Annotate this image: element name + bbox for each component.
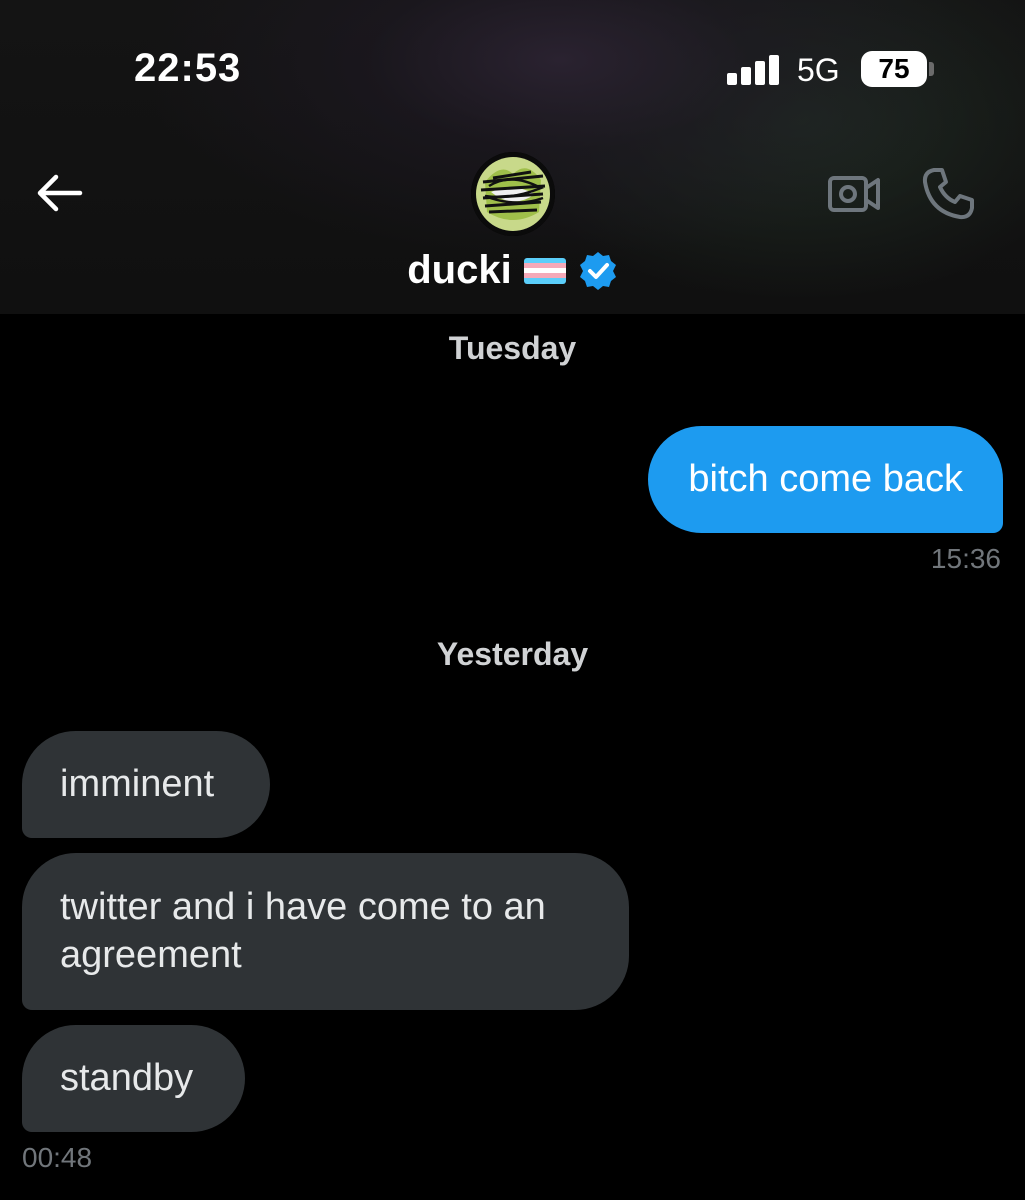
message-text: bitch come back xyxy=(688,458,963,500)
date-divider-yesterday: Yesterday xyxy=(436,636,589,672)
battery-icon: 75 xyxy=(861,51,927,87)
message-text: standby xyxy=(60,1057,194,1099)
transgender-flag-icon xyxy=(523,257,566,284)
status-time: 22:53 xyxy=(134,46,242,90)
verified-badge-icon xyxy=(579,251,616,290)
incoming-message-bubble[interactable]: twitter and i have come to an agreement xyxy=(22,853,629,1010)
outgoing-message-bubble[interactable]: bitch come back xyxy=(648,426,1003,533)
incoming-message-bubble[interactable]: standby xyxy=(22,1025,245,1132)
avatar[interactable] xyxy=(471,152,555,236)
video-call-icon[interactable] xyxy=(826,166,882,222)
message-text: twitter and i have come to an agreement xyxy=(60,886,546,976)
message-timestamp: 00:48 xyxy=(22,1142,93,1173)
incoming-message-bubble[interactable]: imminent xyxy=(22,731,270,838)
message-text: imminent xyxy=(60,763,215,805)
message-timestamp: 15:36 xyxy=(930,543,1001,574)
network-type: 5G xyxy=(797,52,840,88)
arrow-left-icon[interactable] xyxy=(34,170,84,216)
cellular-signal-icon xyxy=(727,55,781,85)
battery-tip xyxy=(929,62,934,76)
conversation-header: 22:53 5G 75 ducki xyxy=(0,0,1025,314)
contact-name: ducki xyxy=(407,248,512,292)
phone-call-icon[interactable] xyxy=(920,166,976,222)
contact-title[interactable]: ducki xyxy=(0,248,1025,293)
date-divider-tuesday: Tuesday xyxy=(448,330,577,366)
avatar-image xyxy=(471,152,555,236)
battery-level: 75 xyxy=(878,53,910,84)
